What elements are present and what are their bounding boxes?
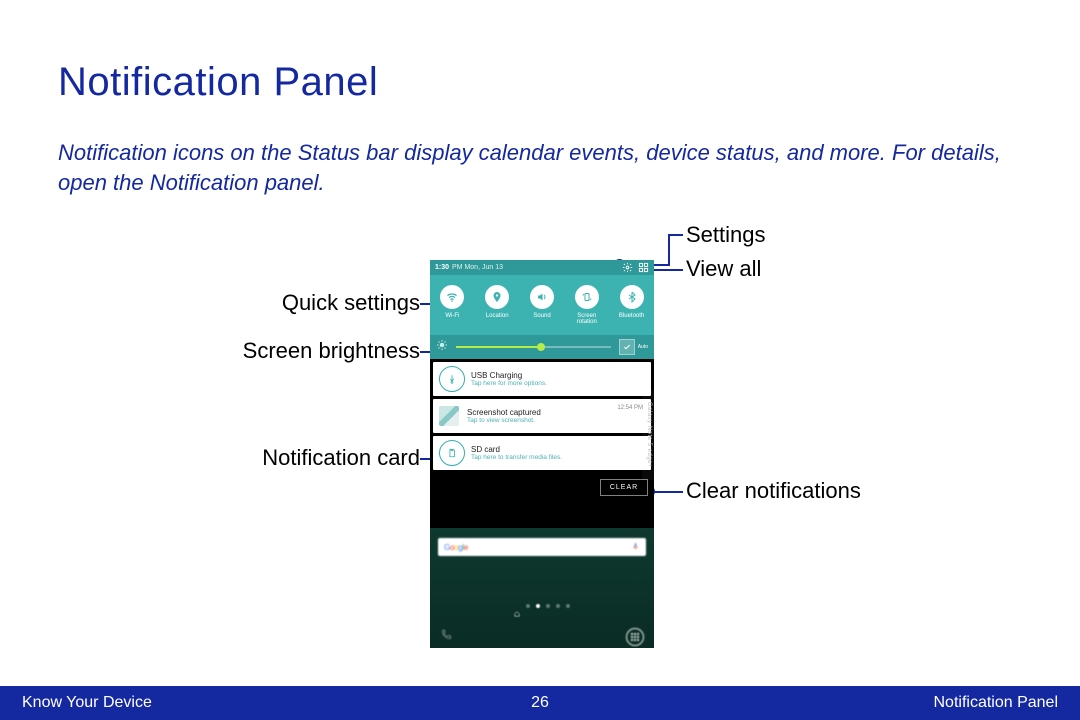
phone-icon[interactable]: [440, 628, 452, 646]
notification-card[interactable]: USB Charging Tap here for more options.: [433, 362, 651, 396]
status-time: 1:30: [435, 264, 449, 271]
page-title: Notification Panel: [58, 60, 378, 105]
quick-setting-label: Screenrotation: [577, 313, 597, 325]
screenshot-thumb-icon: [439, 406, 459, 426]
brightness-row: Auto: [430, 335, 654, 359]
notification-title: USB Charging: [471, 371, 651, 380]
quick-setting-label: Location: [486, 313, 509, 325]
callout-settings: Settings: [686, 222, 766, 248]
brightness-icon: [436, 338, 448, 356]
callout-view-all: View all: [686, 256, 761, 282]
quick-setting-bluetooth[interactable]: Bluetooth: [609, 275, 654, 335]
quick-setting-location[interactable]: Location: [475, 275, 520, 335]
notification-title: SD card: [471, 445, 651, 454]
notification-subtitle: Tap to view screenshot.: [467, 417, 617, 424]
quick-setting-label: Sound: [533, 313, 550, 325]
wifi-icon: [440, 285, 464, 309]
footer-page-num: 26: [531, 694, 549, 712]
page-intro-text: Notification icons on the Status bar dis…: [58, 138, 1022, 197]
notification-title: Screenshot captured: [467, 408, 617, 417]
sound-icon: [530, 285, 554, 309]
clear-button[interactable]: CLEAR: [600, 479, 648, 496]
mic-icon[interactable]: [631, 538, 640, 556]
nav-bar: [430, 626, 654, 648]
side-edge-label: Galaxy Note 5 edge+: [642, 390, 656, 480]
google-logo-text: Google: [444, 543, 468, 552]
rotation-icon: [575, 285, 599, 309]
phone-screenshot: 1:30 PM Mon, Jun 13 Wi-Fi Location Sound Sc…: [430, 260, 654, 648]
settings-icon[interactable]: [621, 262, 633, 274]
location-icon: [485, 285, 509, 309]
quick-setting-rotation[interactable]: Screenrotation: [564, 275, 609, 335]
view-all-icon[interactable]: [637, 262, 649, 274]
brightness-auto-checkbox[interactable]: [619, 339, 635, 355]
quick-setting-label: Wi-Fi: [445, 313, 459, 325]
home-screen-blurred: Google: [430, 528, 654, 648]
quick-setting-wifi[interactable]: Wi-Fi: [430, 275, 475, 335]
page-indicator: [430, 604, 654, 622]
callout-quick-settings: Quick settings: [282, 290, 420, 316]
page-footer: Know Your Device 26 Notification Panel: [0, 686, 1080, 720]
callout-notification-card: Notification card: [262, 445, 420, 471]
notification-subtitle: Tap here to transfer media files.: [471, 454, 651, 461]
notification-card[interactable]: Screenshot captured Tap to view screensh…: [433, 399, 651, 433]
callout-screen-brightness: Screen brightness: [243, 338, 420, 364]
footer-topic: Notification Panel: [933, 694, 1058, 712]
callout-clear-notifications: Clear notifications: [686, 478, 861, 504]
notification-subtitle: Tap here for more options.: [471, 380, 651, 387]
quick-setting-sound[interactable]: Sound: [520, 275, 565, 335]
apps-icon[interactable]: [626, 628, 644, 646]
footer-section: Know Your Device: [22, 694, 152, 712]
quick-setting-label: Bluetooth: [619, 313, 644, 325]
status-date: PM Mon, Jun 13: [452, 264, 503, 271]
bluetooth-icon: [620, 285, 644, 309]
brightness-auto-label: Auto: [638, 344, 648, 350]
brightness-slider[interactable]: [456, 346, 611, 348]
google-search-bar[interactable]: Google: [438, 538, 646, 556]
usb-icon: [439, 366, 465, 392]
notification-card[interactable]: SD card Tap here to transfer media files…: [433, 436, 651, 470]
sd-card-icon: [439, 440, 465, 466]
quick-settings-row: Wi-Fi Location Sound Screenrotation Bluetoot…: [430, 275, 654, 335]
status-bar: 1:30 PM Mon, Jun 13: [430, 260, 654, 275]
notification-time: 12:54 PM: [617, 405, 643, 411]
